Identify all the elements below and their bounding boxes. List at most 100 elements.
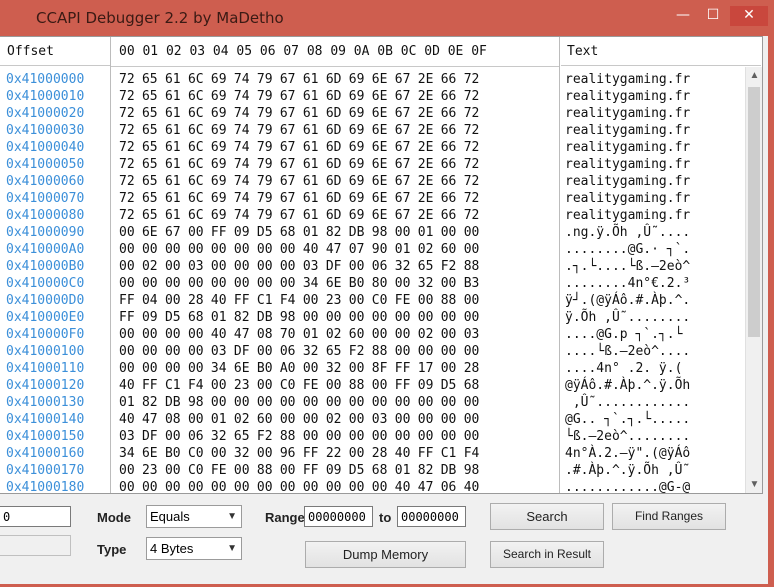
vertical-scrollbar[interactable]: ▲ ▼ [745,67,762,493]
hex-row[interactable]: 0x41000020 72 65 61 6C 69 74 79 67 61 6D … [0,105,745,122]
row-bytes[interactable]: FF 04 00 28 40 FF C1 F4 00 23 00 C0 FE 0… [119,292,479,309]
row-offset[interactable]: 0x41000130 [6,394,84,411]
row-bytes[interactable]: 03 DF 00 06 32 65 F2 88 00 00 00 00 00 0… [119,428,479,445]
row-offset[interactable]: 0x41000110 [6,360,84,377]
hex-row[interactable]: 0x41000000 72 65 61 6C 69 74 79 67 61 6D … [0,71,745,88]
row-text[interactable]: ........@G.· ┐`. [565,241,690,258]
row-offset[interactable]: 0x410000B0 [6,258,84,275]
hex-row[interactable]: 0x41000080 72 65 61 6C 69 74 79 67 61 6D … [0,207,745,224]
row-bytes[interactable]: 00 00 00 00 00 00 00 00 00 00 00 00 40 4… [119,479,479,493]
row-text[interactable]: ........4n°€.2.³ [565,275,690,292]
hex-row[interactable]: 0x41000010 72 65 61 6C 69 74 79 67 61 6D … [0,88,745,105]
row-text[interactable]: .#.Àþ.^.ÿ.Õh ,Û˜ [565,462,690,479]
search-value-input[interactable]: 0 [0,506,71,527]
hex-rows[interactable]: 0x41000000 72 65 61 6C 69 74 79 67 61 6D … [0,71,745,493]
hex-row[interactable]: 0x41000170 00 23 00 C0 FE 00 88 00 FF 09 … [0,462,745,479]
hex-row[interactable]: 0x41000140 40 47 08 00 01 02 60 00 00 02 … [0,411,745,428]
search-button[interactable]: Search [490,503,604,530]
hex-row[interactable]: 0x41000050 72 65 61 6C 69 74 79 67 61 6D … [0,156,745,173]
search-in-result-button[interactable]: Search in Result [490,541,604,568]
row-offset[interactable]: 0x41000030 [6,122,84,139]
row-bytes[interactable]: 00 00 00 00 40 47 08 70 01 02 60 00 00 0… [119,326,479,343]
row-bytes[interactable]: 40 FF C1 F4 00 23 00 C0 FE 00 88 00 FF 0… [119,377,479,394]
secondary-value-input[interactable] [0,535,71,556]
scroll-up-icon[interactable]: ▲ [746,67,762,84]
row-text[interactable]: ÿ.Õh ,Û˜........ [565,309,690,326]
row-bytes[interactable]: 40 47 08 00 01 02 60 00 00 02 00 03 00 0… [119,411,479,428]
row-bytes[interactable]: 72 65 61 6C 69 74 79 67 61 6D 69 6E 67 2… [119,71,479,88]
hex-row[interactable]: 0x41000090 00 6E 67 00 FF 09 D5 68 01 82 … [0,224,745,241]
row-offset[interactable]: 0x410000D0 [6,292,84,309]
row-offset[interactable]: 0x41000140 [6,411,84,428]
row-bytes[interactable]: 72 65 61 6C 69 74 79 67 61 6D 69 6E 67 2… [119,156,479,173]
row-text[interactable]: ,Û˜............ [565,394,690,411]
row-bytes[interactable]: 00 00 00 00 00 00 00 00 40 47 07 90 01 0… [119,241,479,258]
row-offset[interactable]: 0x41000170 [6,462,84,479]
row-text[interactable]: realitygaming.fr [565,71,690,88]
scroll-down-icon[interactable]: ▼ [746,476,762,493]
hex-row[interactable]: 0x41000040 72 65 61 6C 69 74 79 67 61 6D … [0,139,745,156]
close-icon[interactable]: ✕ [730,6,768,26]
row-offset[interactable]: 0x410000A0 [6,241,84,258]
hex-row[interactable]: 0x410000C0 00 00 00 00 00 00 00 00 34 6E … [0,275,745,292]
hex-row[interactable]: 0x410000B0 00 02 00 03 00 00 00 00 03 DF … [0,258,745,275]
row-text[interactable]: └ß.–2eò^........ [565,428,690,445]
hex-row[interactable]: 0x410000F0 00 00 00 00 40 47 08 70 01 02 … [0,326,745,343]
row-bytes[interactable]: 00 23 00 C0 FE 00 88 00 FF 09 D5 68 01 8… [119,462,479,479]
hex-row[interactable]: 0x41000030 72 65 61 6C 69 74 79 67 61 6D … [0,122,745,139]
row-offset[interactable]: 0x41000020 [6,105,84,122]
row-text[interactable]: realitygaming.fr [565,156,690,173]
hex-view[interactable]: Offset 00 01 02 03 04 05 06 07 08 09 0A … [0,36,763,494]
row-offset[interactable]: 0x41000100 [6,343,84,360]
range-to-input[interactable]: 00000000 [397,506,466,527]
row-offset[interactable]: 0x41000000 [6,71,84,88]
hex-row[interactable]: 0x41000150 03 DF 00 06 32 65 F2 88 00 00 … [0,428,745,445]
hex-row[interactable]: 0x410000A0 00 00 00 00 00 00 00 00 40 47 … [0,241,745,258]
range-from-input[interactable]: 00000000 [304,506,373,527]
row-text[interactable]: ....└ß.–2eò^.... [565,343,690,360]
hex-row[interactable]: 0x41000060 72 65 61 6C 69 74 79 67 61 6D … [0,173,745,190]
scroll-thumb[interactable] [748,87,760,337]
row-bytes[interactable]: 72 65 61 6C 69 74 79 67 61 6D 69 6E 67 2… [119,105,479,122]
row-bytes[interactable]: 72 65 61 6C 69 74 79 67 61 6D 69 6E 67 2… [119,173,479,190]
row-text[interactable]: ....4n° .2. ÿ.( [565,360,682,377]
dump-memory-button[interactable]: Dump Memory [305,541,466,568]
row-text[interactable]: ............@G-@ [565,479,690,493]
hex-row[interactable]: 0x41000110 00 00 00 00 34 6E B0 A0 00 32 … [0,360,745,377]
row-offset[interactable]: 0x41000050 [6,156,84,173]
row-text[interactable]: @ÿÁô.#.Àþ.^.ÿ.Õh [565,377,690,394]
row-offset[interactable]: 0x41000160 [6,445,84,462]
hex-row[interactable]: 0x41000070 72 65 61 6C 69 74 79 67 61 6D … [0,190,745,207]
hex-row[interactable]: 0x41000100 00 00 00 00 03 DF 00 06 32 65 … [0,343,745,360]
row-offset[interactable]: 0x41000060 [6,173,84,190]
hex-row[interactable]: 0x410000D0 FF 04 00 28 40 FF C1 F4 00 23 … [0,292,745,309]
row-bytes[interactable]: 72 65 61 6C 69 74 79 67 61 6D 69 6E 67 2… [119,122,479,139]
hex-row[interactable]: 0x41000160 34 6E B0 C0 00 32 00 96 FF 22 … [0,445,745,462]
row-text[interactable]: ....@G.p ┐`.┐.└ [565,326,682,343]
row-text[interactable]: realitygaming.fr [565,139,690,156]
row-text[interactable]: realitygaming.fr [565,88,690,105]
row-offset[interactable]: 0x410000F0 [6,326,84,343]
row-text[interactable]: realitygaming.fr [565,105,690,122]
hex-row[interactable]: 0x410000E0 FF 09 D5 68 01 82 DB 98 00 00 … [0,309,745,326]
hex-row[interactable]: 0x41000130 01 82 DB 98 00 00 00 00 00 00 … [0,394,745,411]
row-offset[interactable]: 0x41000120 [6,377,84,394]
row-text[interactable]: realitygaming.fr [565,173,690,190]
row-offset[interactable]: 0x41000180 [6,479,84,493]
mode-select[interactable]: Equals ▼ [146,505,242,528]
row-text[interactable]: .┐.└....└ß.–2eò^ [565,258,690,275]
row-bytes[interactable]: 00 00 00 00 00 00 00 00 34 6E B0 80 00 3… [119,275,479,292]
type-select[interactable]: 4 Bytes ▼ [146,537,242,560]
row-offset[interactable]: 0x410000E0 [6,309,84,326]
row-bytes[interactable]: 00 00 00 00 03 DF 00 06 32 65 F2 88 00 0… [119,343,479,360]
row-text[interactable]: ÿ┘.(@ÿÁô.#.Àþ.^. [565,292,690,309]
row-bytes[interactable]: 72 65 61 6C 69 74 79 67 61 6D 69 6E 67 2… [119,139,479,156]
row-text[interactable]: 4n°À.2.–ÿ".(@ÿÁô [565,445,690,462]
row-text[interactable]: @G.. ┐`.┐.└..... [565,411,690,428]
row-bytes[interactable]: 72 65 61 6C 69 74 79 67 61 6D 69 6E 67 2… [119,190,479,207]
row-bytes[interactable]: 01 82 DB 98 00 00 00 00 00 00 00 00 00 0… [119,394,479,411]
row-offset[interactable]: 0x41000150 [6,428,84,445]
row-bytes[interactable]: 72 65 61 6C 69 74 79 67 61 6D 69 6E 67 2… [119,88,479,105]
find-ranges-button[interactable]: Find Ranges [612,503,726,530]
row-offset[interactable]: 0x41000040 [6,139,84,156]
